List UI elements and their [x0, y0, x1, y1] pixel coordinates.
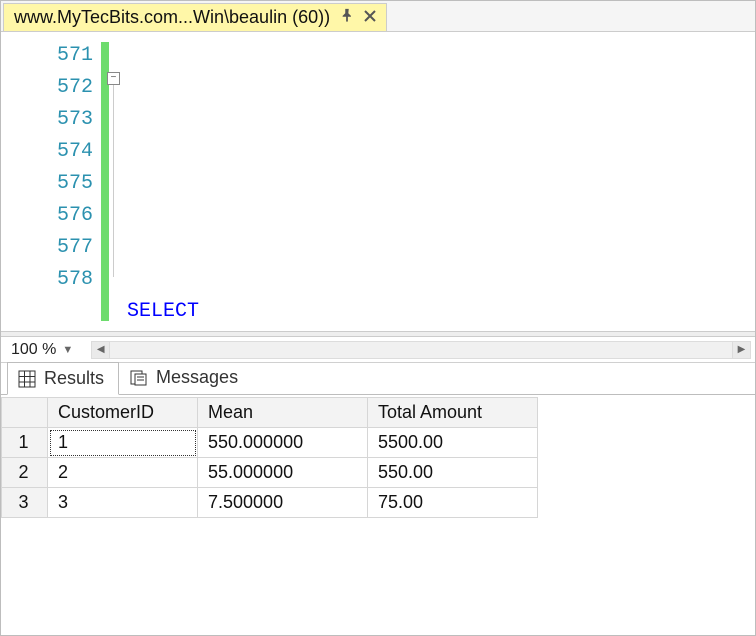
line-number: 574: [1, 136, 93, 168]
fold-guide-line: [113, 85, 114, 277]
column-header[interactable]: CustomerID: [48, 398, 198, 428]
line-number: 578: [1, 264, 93, 296]
scroll-right-icon[interactable]: ▶: [732, 342, 750, 358]
zoom-level-value: 100 %: [11, 341, 56, 359]
grid-icon: [18, 370, 36, 388]
tab-results-label: Results: [44, 368, 104, 389]
table-cell[interactable]: 5500.00: [368, 428, 538, 458]
code-token: SELECT: [127, 300, 199, 323]
table-corner[interactable]: [2, 398, 48, 428]
fold-toggle-icon[interactable]: −: [107, 72, 120, 85]
column-header[interactable]: Mean: [198, 398, 368, 428]
line-number: 573: [1, 104, 93, 136]
table-row[interactable]: 2 2 55.000000 550.00: [2, 458, 538, 488]
close-icon[interactable]: [364, 9, 376, 27]
sql-editor[interactable]: 571 572 573 574 575 576 577 578 − SELECT…: [1, 31, 755, 331]
document-tab-bar: www.MyTecBits.com...Win\beaulin (60)): [1, 1, 755, 31]
tab-messages[interactable]: Messages: [119, 361, 253, 394]
table-cell[interactable]: 7.500000: [198, 488, 368, 518]
line-number: 575: [1, 168, 93, 200]
pin-icon[interactable]: [340, 8, 354, 27]
scroll-left-icon[interactable]: ◀: [92, 342, 110, 358]
table-row[interactable]: 1 1 550.000000 5500.00: [2, 428, 538, 458]
table-cell[interactable]: 2: [48, 458, 198, 488]
row-header[interactable]: 1: [2, 428, 48, 458]
row-header[interactable]: 3: [2, 488, 48, 518]
document-tab[interactable]: www.MyTecBits.com...Win\beaulin (60)): [3, 3, 387, 31]
table-header-row: CustomerID Mean Total Amount: [2, 398, 538, 428]
results-grid: CustomerID Mean Total Amount 1 1 550.000…: [1, 395, 755, 518]
table-cell[interactable]: 550.00: [368, 458, 538, 488]
table-cell[interactable]: 55.000000: [198, 458, 368, 488]
line-number: 572: [1, 72, 93, 104]
line-number: 577: [1, 232, 93, 264]
code-line[interactable]: [127, 264, 523, 296]
table-cell[interactable]: 3: [48, 488, 198, 518]
line-number: 571: [1, 40, 93, 72]
tab-results[interactable]: Results: [7, 362, 119, 395]
table-cell[interactable]: 75.00: [368, 488, 538, 518]
table-row[interactable]: 3 3 7.500000 75.00: [2, 488, 538, 518]
horizontal-scrollbar[interactable]: ◀ ▶: [91, 341, 751, 359]
messages-icon: [130, 369, 148, 387]
line-number-gutter: 571 572 573 574 575 576 577 578: [1, 32, 101, 331]
row-header[interactable]: 2: [2, 458, 48, 488]
code-line[interactable]: CustomerID,: [127, 328, 523, 331]
results-tab-bar: Results Messages: [1, 363, 755, 395]
tab-messages-label: Messages: [156, 367, 238, 388]
results-table[interactable]: CustomerID Mean Total Amount 1 1 550.000…: [1, 397, 538, 518]
code-area[interactable]: − SELECT CustomerID, AVG(Amount) AS [Mea…: [109, 32, 523, 331]
table-cell[interactable]: 1: [48, 428, 198, 458]
chevron-down-icon: ▼: [62, 344, 73, 356]
zoom-level-select[interactable]: 100 % ▼: [7, 341, 77, 359]
column-header[interactable]: Total Amount: [368, 398, 538, 428]
zoom-bar: 100 % ▼ ◀ ▶: [1, 337, 755, 363]
table-cell[interactable]: 550.000000: [198, 428, 368, 458]
line-number: 576: [1, 200, 93, 232]
code-line[interactable]: SELECT: [127, 296, 523, 328]
document-tab-title: www.MyTecBits.com...Win\beaulin (60)): [14, 7, 330, 28]
